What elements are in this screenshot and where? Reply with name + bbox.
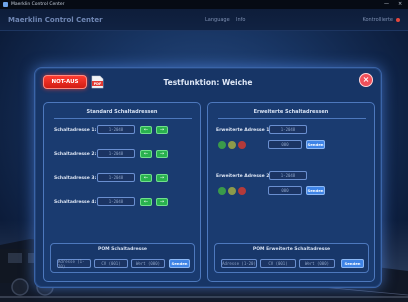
extended-send-button-1[interactable]: Senden [306, 140, 325, 149]
extended-pom-value-input[interactable]: Wert (000) [299, 259, 335, 268]
switch-right-button-2[interactable]: → [156, 149, 168, 158]
pom-send-button[interactable]: Senden [169, 259, 190, 268]
pom-title: POM Schaltadresse [98, 247, 147, 252]
extended-address-input-1[interactable]: 1-2048 [269, 125, 307, 134]
led-red-icon [238, 187, 246, 195]
extended-address-label-2: Erweiterte Adresse 2: [216, 174, 272, 179]
extended-address-input-2[interactable]: 1-2048 [269, 171, 307, 180]
minimize-button[interactable]: — [384, 0, 389, 9]
address-input-1[interactable]: 1-2048 [97, 125, 135, 134]
test-dialog: NOT-AUS PDF Testfunktion: Weiche × Stand… [34, 67, 382, 288]
extended-pom-send-button[interactable]: Senden [341, 259, 364, 268]
extended-panel-title: Erweiterte Schaltadressen [253, 109, 329, 115]
switch-right-button-3[interactable]: → [156, 173, 168, 182]
address-label-4: Schaltadresse 4: [54, 200, 97, 205]
nav-language[interactable]: Language [205, 17, 230, 23]
dialog-header: NOT-AUS PDF Testfunktion: Weiche × [35, 68, 381, 94]
extended-addresses-panel: Erweiterte Schaltadressen Erweiterte Adr… [207, 102, 375, 282]
address-input-4[interactable]: 1-2048 [97, 197, 135, 206]
close-window-button[interactable]: × [398, 0, 402, 9]
switch-left-button-1[interactable]: ← [140, 125, 152, 134]
switch-right-button-1[interactable]: → [156, 125, 168, 134]
nav-info[interactable]: Info [236, 17, 245, 23]
status-text: Kontrollierte [362, 17, 393, 23]
extended-pom-cv-input[interactable]: CV (001) [260, 259, 296, 268]
app-icon [3, 2, 8, 7]
dialog-title: Testfunktion: Weiche [163, 78, 253, 87]
switch-left-button-2[interactable]: ← [140, 149, 152, 158]
status-dot-icon [396, 18, 400, 22]
extended-send-button-2[interactable]: Senden [306, 186, 325, 195]
address-label-2: Schaltadresse 2: [54, 152, 97, 157]
address-label-3: Schaltadresse 3: [54, 176, 97, 181]
connection-status: Kontrollierte [362, 17, 400, 23]
switch-right-button-4[interactable]: → [156, 197, 168, 206]
window-title: Maerklin Control Center [11, 2, 65, 7]
extended-value-input-1[interactable]: 000 [268, 140, 302, 149]
extended-pom-address-input[interactable]: Adresse (1-20) [221, 259, 257, 268]
close-icon: × [362, 75, 370, 84]
switch-left-button-4[interactable]: ← [140, 197, 152, 206]
app-header: Maerklin Control Center Language Info Ko… [0, 9, 408, 31]
pom-panel: POM Schaltadresse Adresse (1-20) CV (001… [50, 243, 195, 273]
standard-addresses-panel: Standard Schaltadressen Schaltadresse 1:… [43, 102, 201, 282]
led-red-icon [238, 141, 246, 149]
extended-pom-panel: POM Erweiterte Schaltadresse Adresse (1-… [214, 243, 369, 273]
divider [54, 118, 192, 119]
close-dialog-button[interactable]: × [359, 73, 373, 87]
led-green-icon [218, 141, 226, 149]
app-brand: Maerklin Control Center [8, 16, 103, 24]
divider [218, 118, 366, 119]
pom-cv-input[interactable]: CV (001) [94, 259, 128, 268]
standard-panel-title: Standard Schaltadressen [86, 109, 158, 115]
pom-value-input[interactable]: Wert (000) [131, 259, 165, 268]
led-yellow-icon [228, 141, 236, 149]
address-label-1: Schaltadresse 1: [54, 128, 97, 133]
switch-left-button-3[interactable]: ← [140, 173, 152, 182]
extended-pom-title: POM Erweiterte Schaltadresse [252, 247, 331, 252]
extended-address-label-1: Erweiterte Adresse 1: [216, 128, 272, 133]
extended-value-input-2[interactable]: 000 [268, 186, 302, 195]
window-titlebar: Maerklin Control Center — × [0, 0, 408, 9]
address-input-2[interactable]: 1-2048 [97, 149, 135, 158]
address-input-3[interactable]: 1-2048 [97, 173, 135, 182]
pom-address-input[interactable]: Adresse (1-20) [57, 259, 91, 269]
led-green-icon [218, 187, 226, 195]
led-yellow-icon [228, 187, 236, 195]
